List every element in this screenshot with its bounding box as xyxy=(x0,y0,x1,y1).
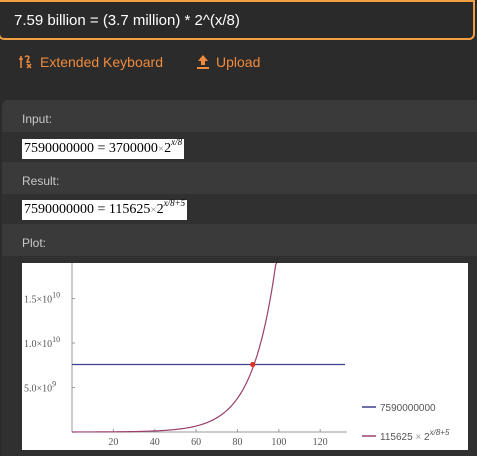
intersection-point xyxy=(250,361,256,368)
upload-label: Upload xyxy=(216,54,261,70)
x-tick-label: 40 xyxy=(150,437,160,448)
input-lhs: 7590000000 xyxy=(24,141,94,156)
input-pod-title: Input: xyxy=(22,112,53,126)
result-equals: = xyxy=(97,202,106,217)
result-exponent: x/8+5 xyxy=(163,198,186,208)
extended-keyboard-label: Extended Keyboard xyxy=(40,54,163,70)
y-tick-label: 1.5×1010 xyxy=(24,291,60,306)
result-coef: 115625 xyxy=(108,202,151,217)
toolbar: Extended Keyboard Upload xyxy=(0,48,477,78)
result-base: 2 xyxy=(156,202,164,217)
input-equals: = xyxy=(97,141,106,156)
y-tick-label: 5.0×109 xyxy=(24,380,56,395)
result-expression[interactable]: 7590000000 = 115625×2x/8+5 xyxy=(22,198,188,220)
keyboard-icon xyxy=(18,54,34,70)
plot-pod-title: Plot: xyxy=(22,236,47,250)
y-tick-label: 1.0×1010 xyxy=(24,335,60,350)
query-input-bar[interactable]: 7.59 billion = (3.7 million) * 2^(x/8) xyxy=(0,0,475,40)
x-tick-label: 120 xyxy=(313,437,328,448)
legend-label-2: 115625 × 2x/8+5 xyxy=(380,428,450,443)
x-tick-label: 80 xyxy=(232,437,242,448)
input-coef: 3700000 xyxy=(108,141,158,156)
plot-chart: 20 40 60 80 100 120 5.0×109 1.0×1010 1.5×1010 759… xyxy=(24,263,450,448)
result-pod-title: Result: xyxy=(22,174,60,188)
x-tick-label: 20 xyxy=(108,437,118,448)
plot-image[interactable]: 20 40 60 80 100 120 5.0×109 1.0×1010 1.5×1010 759… xyxy=(22,263,468,450)
legend-label-1: 7590000000 xyxy=(380,403,436,414)
upload-button[interactable]: Upload xyxy=(196,54,260,70)
result-lhs: 7590000000 xyxy=(24,202,94,217)
upload-icon xyxy=(196,54,210,70)
x-tick-label: 100 xyxy=(271,437,286,448)
extended-keyboard-button[interactable]: Extended Keyboard xyxy=(18,54,163,70)
series-exponential-line xyxy=(71,263,278,433)
query-text[interactable]: 7.59 billion = (3.7 million) * 2^(x/8) xyxy=(14,12,240,29)
input-expression[interactable]: 7590000000 = 3700000×2x/8 xyxy=(22,137,185,159)
input-exponent: x/8 xyxy=(171,137,183,147)
x-tick-label: 60 xyxy=(191,437,201,448)
